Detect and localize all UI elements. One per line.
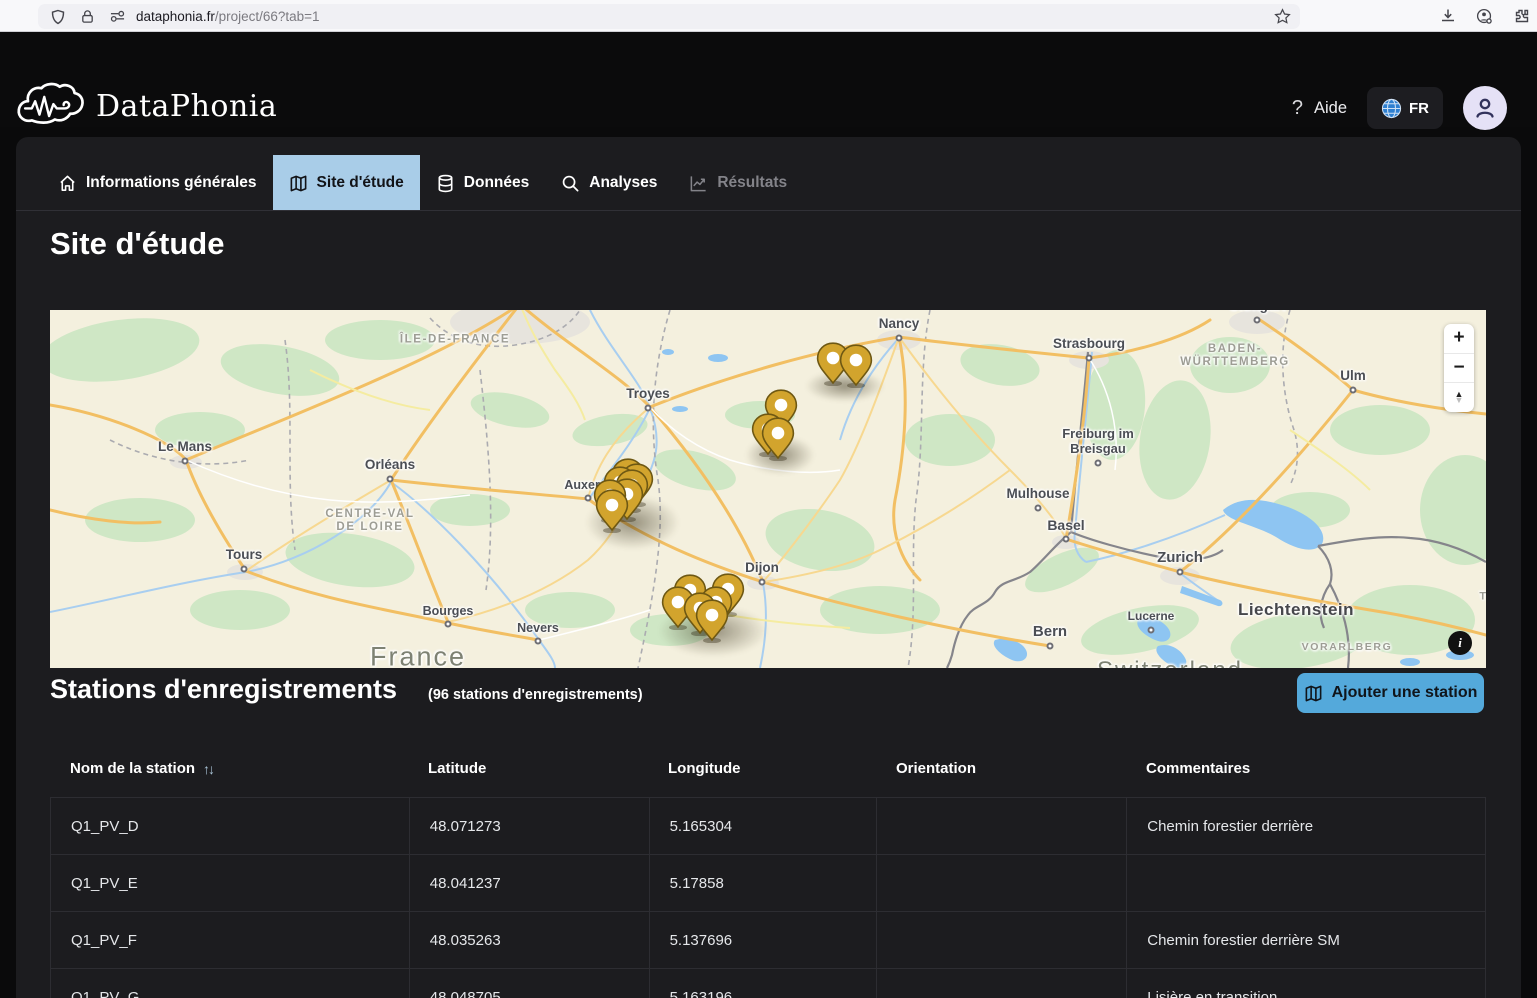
page-title: Site d'étude [50,226,224,262]
table-header: Nom de la station↑↓ Latitude Longitude O… [50,740,1486,797]
zoom-out-button[interactable]: − [1444,353,1474,383]
cell-comment [1126,855,1485,911]
map-zoom-control: + − ▲▼ [1444,324,1474,412]
user-avatar[interactable] [1463,86,1507,130]
column-header-name[interactable]: Nom de la station↑↓ [50,760,408,777]
home-icon [58,174,77,193]
search-icon [561,174,580,193]
cell-longitude: 5.17858 [649,855,877,911]
station-marker[interactable] [761,417,795,466]
downloads-icon[interactable] [1440,8,1456,24]
pan-down-icon[interactable]: ▼ [1455,398,1464,404]
stations-table: Nom de la station↑↓ Latitude Longitude O… [50,740,1486,998]
cell-comment: Chemin forestier derrière SM [1126,912,1485,968]
brand-title: DataPhonia [96,89,277,124]
database-icon [436,174,455,193]
tab-informations-generales[interactable]: Informations générales [42,155,273,211]
tab-bar: Informations générales Site d'étude Donn… [42,155,803,211]
station-marker[interactable] [695,599,729,648]
tab-resultats[interactable]: Résultats [673,155,803,211]
station-marker[interactable] [595,489,629,538]
column-header-longitude: Longitude [648,760,876,777]
bookmark-star-icon[interactable] [1274,8,1291,25]
cell-latitude: 48.048705 [409,969,649,998]
stations-count: (96 stations d'enregistrements) [428,687,643,703]
tab-site-etude[interactable]: Site d'étude [273,155,420,211]
tab-label: Résultats [717,174,787,192]
tab-label: Analyses [589,174,657,192]
cell-station-name: Q1_PV_G [51,969,409,998]
table-body: Q1_PV_D 48.071273 5.165304 Chemin forest… [50,797,1486,998]
cell-orientation [876,798,1126,854]
station-marker[interactable] [839,344,873,393]
table-row[interactable]: Q1_PV_G 48.048705 5.163196 Lisière en tr… [51,968,1485,998]
tab-donnees[interactable]: Données [420,155,545,211]
column-header-latitude: Latitude [408,760,648,777]
cell-latitude: 48.041237 [409,855,649,911]
map-info-button[interactable]: i [1448,631,1472,655]
shield-icon[interactable] [50,9,66,25]
tab-label: Site d'étude [317,174,404,192]
cell-latitude: 48.035263 [409,912,649,968]
cell-orientation [876,912,1126,968]
extensions-puzzle-icon[interactable] [1513,8,1529,24]
help-button[interactable]: ? Aide [1292,97,1347,120]
table-row[interactable]: Q1_PV_F 48.035263 5.137696 Chemin forest… [51,911,1485,968]
chart-line-icon [689,174,708,193]
map-marker-layer [50,310,1486,668]
cell-comment: Chemin forestier derrière [1126,798,1485,854]
browser-chrome: dataphonia.fr/project/66?tab=1 [0,0,1537,32]
tab-label: Données [464,174,529,192]
lock-icon[interactable] [80,9,95,24]
cell-station-name: Q1_PV_F [51,912,409,968]
person-icon [1472,95,1498,121]
add-station-button[interactable]: Ajouter une station [1297,673,1484,713]
cell-station-name: Q1_PV_E [51,855,409,911]
help-label: Aide [1314,99,1347,118]
tab-analyses[interactable]: Analyses [545,155,673,211]
app-header: DataPhonia ? Aide FR [0,32,1537,127]
dataphonia-logo-icon [14,82,88,130]
cell-comment: Lisière en transition [1126,969,1485,998]
language-selector[interactable]: FR [1367,87,1443,129]
pan-control[interactable]: ▲▼ [1444,382,1474,412]
url-bar[interactable]: dataphonia.fr/project/66?tab=1 [38,4,1300,29]
globe-icon [1381,98,1402,119]
tab-label: Informations générales [86,174,257,192]
zoom-in-button[interactable]: + [1444,324,1474,353]
cell-latitude: 48.071273 [409,798,649,854]
cell-longitude: 5.165304 [649,798,877,854]
stations-heading: Stations d'enregistrements [50,674,397,705]
account-icon[interactable] [1476,8,1493,25]
table-row[interactable]: Q1_PV_D 48.071273 5.165304 Chemin forest… [51,797,1485,854]
sort-icon[interactable]: ↑↓ [203,761,213,777]
language-label: FR [1409,100,1429,117]
url-text: dataphonia.fr/project/66?tab=1 [136,9,320,24]
cell-orientation [876,855,1126,911]
column-header-orientation: Orientation [876,760,1126,777]
study-site-map[interactable]: ÎLE-DE-FRANCECENTRE-VAL DE LOIREBADEN- W… [50,310,1486,668]
permissions-toggle-icon[interactable] [109,9,126,24]
cell-longitude: 5.163196 [649,969,877,998]
cell-station-name: Q1_PV_D [51,798,409,854]
table-row[interactable]: Q1_PV_E 48.041237 5.17858 [51,854,1485,911]
cell-longitude: 5.137696 [649,912,877,968]
tabs-divider [16,210,1521,211]
help-icon: ? [1292,97,1303,120]
column-header-comments: Commentaires [1126,760,1485,777]
map-icon [1304,684,1323,703]
add-station-label: Ajouter une station [1332,684,1478,702]
cell-orientation [876,969,1126,998]
map-icon [289,174,308,193]
